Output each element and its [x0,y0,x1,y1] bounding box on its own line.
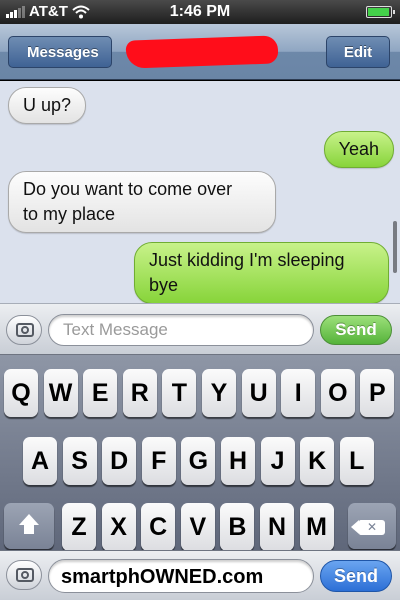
key-c[interactable]: C [141,503,176,551]
watermark-send-button: Send [320,560,392,592]
back-button-label: Messages [27,44,99,61]
messages-back-button[interactable]: Messages [8,36,112,68]
key-p[interactable]: P [360,369,395,417]
key-o[interactable]: O [320,369,355,417]
key-x[interactable]: X [101,503,136,551]
message-text: Yeah [338,139,379,159]
backspace-key[interactable] [348,503,396,549]
message-bubble-outgoing: Yeah [323,131,394,168]
key-r[interactable]: R [122,369,157,417]
message-text-line: to my place [23,204,116,224]
message-text: U up? [23,95,72,115]
message-bubble-outgoing: Just kidding I'm sleeping bye [134,242,389,303]
key-z[interactable]: Z [62,503,96,551]
message-bubble-incoming: Do you want to come over to my place [8,171,276,233]
message-text-line: Just kidding I'm sleeping [149,250,345,270]
key-g[interactable]: G [181,437,216,485]
camera-icon [16,323,34,337]
key-e[interactable]: E [83,369,118,417]
status-bar: AT&T 1:46 PM [0,0,400,24]
backspace-icon [351,518,385,536]
key-t[interactable]: T [162,369,197,417]
watermark-text: smartphOWNED.com [48,559,314,593]
camera-button[interactable] [6,315,42,345]
scroll-indicator[interactable] [393,221,397,273]
battery-level-fill [368,8,389,16]
key-i[interactable]: I [281,369,316,417]
keyboard: QWERTYUIOP ASDFGHJKL ZXCVBNM [0,355,400,551]
shift-key[interactable] [4,503,54,549]
key-b[interactable]: B [220,503,255,551]
key-q[interactable]: Q [4,369,38,417]
conversation-view[interactable]: U up? Yeah Do you want to come over to m… [0,81,400,303]
key-d[interactable]: D [102,437,137,485]
watermark-camera-button [6,560,42,590]
message-text-line: bye [149,275,179,295]
key-j[interactable]: J [260,437,295,485]
edit-button[interactable]: Edit [326,36,390,68]
key-s[interactable]: S [62,437,97,485]
key-a[interactable]: A [23,437,57,485]
status-time: 1:46 PM [169,3,231,20]
message-input[interactable]: Text Message [48,314,314,346]
key-n[interactable]: N [260,503,294,551]
key-u[interactable]: U [241,369,276,417]
key-v[interactable]: V [180,503,215,551]
shift-icon [19,514,39,534]
battery-icon [366,6,395,18]
key-k[interactable]: K [300,437,335,485]
message-bubble-incoming: U up? [8,87,87,124]
camera-icon [16,568,34,582]
message-text-line: Do you want to come over [23,179,233,199]
key-h[interactable]: H [221,437,255,485]
send-button[interactable]: Send [320,315,392,345]
key-y[interactable]: Y [202,369,236,417]
key-f[interactable]: F [141,437,176,485]
contact-name-redaction [125,35,279,69]
key-m[interactable]: M [299,503,334,551]
navigation-bar: Messages Edit [0,24,400,80]
composer-bar: Text Message Send [0,303,400,355]
key-l[interactable]: L [339,437,374,485]
watermark-bar: smartphOWNED.com Send [0,550,400,600]
key-w[interactable]: W [43,369,78,417]
